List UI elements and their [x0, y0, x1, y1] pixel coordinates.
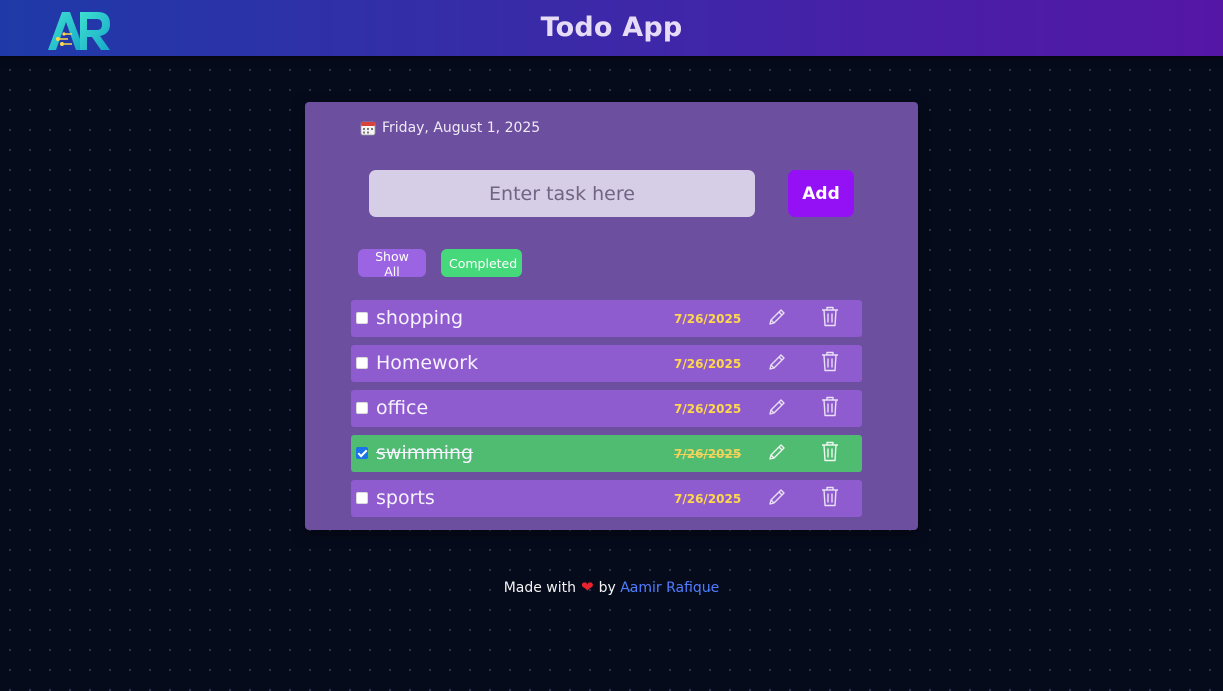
completed-filter-button[interactable]: Completed	[441, 249, 522, 277]
task-date: 7/26/2025	[674, 447, 742, 461]
app-header: Todo App	[0, 0, 1223, 56]
current-date: Friday, August 1, 2025	[360, 120, 540, 136]
edit-icon[interactable]	[767, 352, 787, 372]
task-checkbox[interactable]	[356, 492, 368, 504]
trash-icon[interactable]	[821, 485, 839, 507]
heart-icon: ❤	[581, 578, 594, 596]
edit-icon[interactable]	[767, 442, 787, 462]
task-date: 7/26/2025	[674, 402, 742, 416]
task-date: 7/26/2025	[674, 312, 742, 326]
task-checkbox[interactable]	[356, 312, 368, 324]
edit-icon[interactable]	[767, 397, 787, 417]
trash-icon[interactable]	[821, 395, 839, 417]
trash-icon[interactable]	[821, 305, 839, 327]
task-checkbox[interactable]	[356, 447, 368, 459]
footer: Made with ❤ by Aamir Rafique	[0, 578, 1223, 596]
footer-by: by	[598, 580, 616, 596]
task-text: sports	[376, 487, 435, 509]
task-item: sports 7/26/2025	[351, 480, 862, 517]
author-link[interactable]: Aamir Rafique	[620, 580, 719, 596]
app-title: Todo App	[540, 12, 683, 43]
task-date: 7/26/2025	[674, 492, 742, 506]
task-date: 7/26/2025	[674, 357, 742, 371]
edit-icon[interactable]	[767, 487, 787, 507]
todo-card: Friday, August 1, 2025 Add Show All Comp…	[305, 102, 918, 530]
task-list: shopping 7/26/2025 Homework 7/26/2025 of…	[351, 300, 862, 525]
edit-icon[interactable]	[767, 307, 787, 327]
date-text: Friday, August 1, 2025	[382, 120, 541, 136]
add-button[interactable]: Add	[788, 170, 854, 217]
task-item: office 7/26/2025	[351, 390, 862, 427]
task-text: swimming	[376, 442, 474, 464]
task-item-completed: swimming 7/26/2025	[351, 435, 862, 472]
show-all-button[interactable]: Show All	[358, 249, 426, 279]
task-text: Homework	[376, 352, 479, 374]
task-text: office	[376, 397, 429, 419]
task-checkbox[interactable]	[356, 402, 368, 414]
trash-icon[interactable]	[821, 440, 839, 462]
task-checkbox[interactable]	[356, 357, 368, 369]
task-item: Homework 7/26/2025	[351, 345, 862, 382]
task-item: shopping 7/26/2025	[351, 300, 862, 337]
task-text: shopping	[376, 307, 464, 329]
trash-icon[interactable]	[821, 350, 839, 372]
footer-made-with: Made with	[503, 580, 576, 596]
calendar-icon	[360, 121, 376, 136]
task-input[interactable]	[369, 170, 755, 217]
